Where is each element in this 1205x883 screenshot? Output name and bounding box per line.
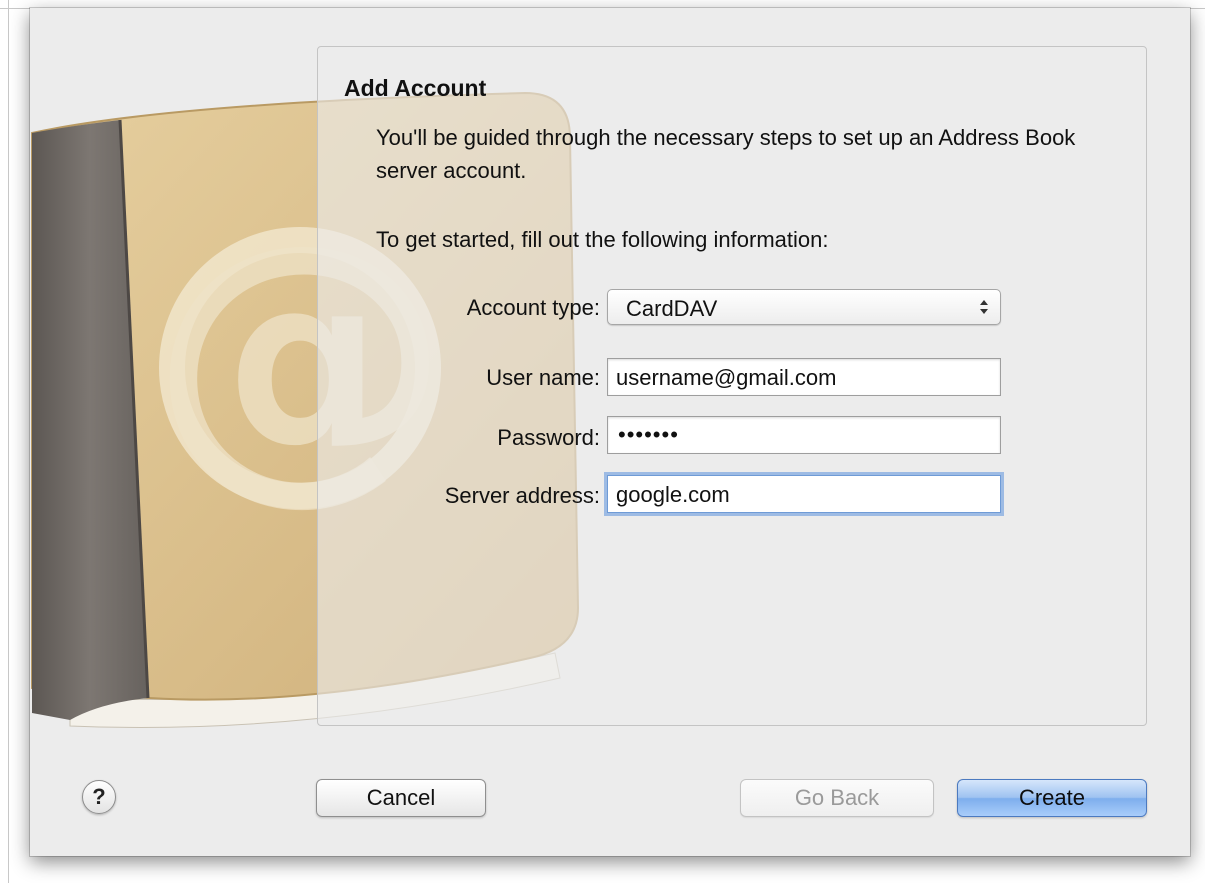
go-back-button[interactable]: Go Back — [740, 779, 934, 817]
up-down-arrows-icon — [980, 300, 988, 314]
create-button[interactable]: Create — [957, 779, 1147, 817]
account-type-select[interactable]: CardDAV — [607, 289, 1001, 325]
instruction-text: To get started, fill out the following i… — [376, 227, 829, 252]
account-type-label: Account type: — [466, 295, 600, 320]
content-panel: Add Account You'll be guided through the… — [317, 46, 1147, 726]
background-frame-line — [8, 0, 9, 883]
dialog-title: Add Account — [344, 75, 487, 101]
password-value: ••••••• — [618, 422, 679, 447]
server-address-label: Server address: — [444, 483, 600, 508]
password-field[interactable]: ••••••• — [607, 416, 1001, 454]
password-label: Password: — [497, 425, 600, 450]
user-name-field[interactable]: username@gmail.com — [607, 358, 1001, 396]
user-name-value: username@gmail.com — [616, 365, 837, 390]
add-account-sheet: @ Add Account You'll be guided through t… — [30, 8, 1190, 856]
help-button[interactable]: ? — [82, 780, 116, 814]
server-address-field[interactable]: google.com — [607, 475, 1001, 513]
account-type-value: CardDAV — [626, 296, 718, 321]
cancel-button[interactable]: Cancel — [316, 779, 486, 817]
server-address-value: google.com — [616, 482, 730, 507]
intro-text: You'll be guided through the necessary s… — [376, 125, 1076, 183]
user-name-label: User name: — [486, 365, 600, 390]
